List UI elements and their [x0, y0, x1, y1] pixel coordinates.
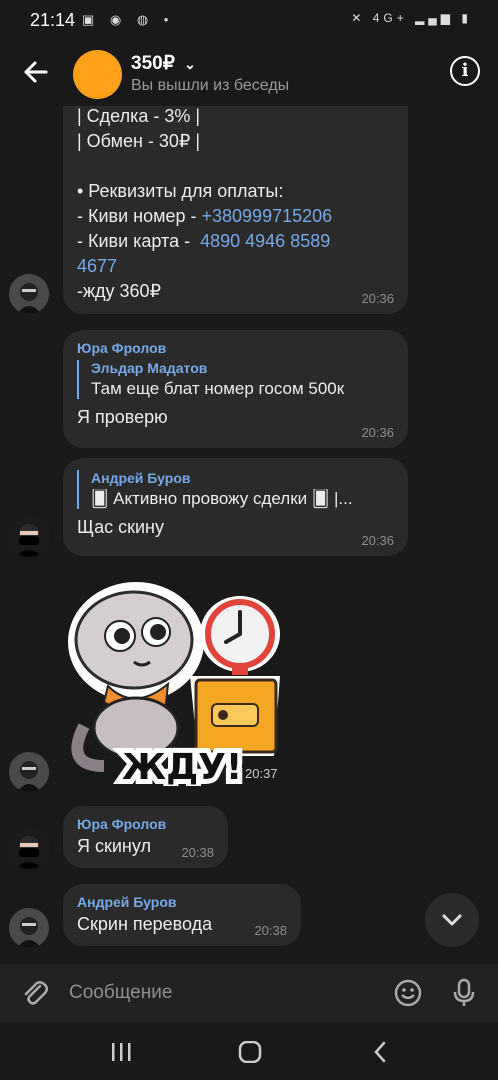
status-bar: 21:14 ▣ ◉ ◍ • ✕ 4G+ ▂▄▆ ▮: [0, 0, 498, 40]
message-text: Щас скину: [77, 517, 164, 537]
back-icon[interactable]: [372, 1041, 388, 1063]
message-time: 20:38: [181, 845, 214, 860]
chat-avatar[interactable]: [73, 50, 122, 99]
chat-header: 350₽ ⌄ Вы вышли из беседы i: [0, 40, 498, 106]
phone-link[interactable]: +380999715206: [202, 206, 333, 226]
reply-sender: Эльдар Мадатов: [91, 360, 208, 376]
reply-text: 🂠 Активно провожу сделки 🂠 |...: [91, 489, 353, 508]
user-avatar[interactable]: [9, 752, 49, 792]
message-bubble[interactable]: Юра Фролов Я скинул 20:38: [63, 806, 228, 868]
scroll-down-button[interactable]: [425, 893, 479, 947]
sticker-text: ЖДУ!: [122, 747, 242, 786]
user-avatar[interactable]: [9, 274, 49, 314]
chat-title[interactable]: 350₽ ⌄: [131, 52, 196, 75]
message-list[interactable]: | Сделка - 3% | | Обмен - 30₽ | • Реквиз…: [0, 106, 498, 964]
reply-quote[interactable]: Эльдар Мадатов Там еще блат номер госом …: [77, 360, 394, 399]
ninja-avatar-icon: [9, 752, 49, 792]
status-time: 21:14: [30, 10, 76, 30]
notification-icons: ▣ ◉ ◍ •: [82, 12, 175, 27]
home-icon[interactable]: [238, 1041, 262, 1063]
message-input[interactable]: Сообщение: [69, 982, 172, 1004]
mute-icon: ✕: [351, 11, 366, 25]
sender-name[interactable]: Андрей Буров: [77, 894, 287, 910]
message-bubble[interactable]: | Сделка - 3% | | Обмен - 30₽ | • Реквиз…: [63, 106, 408, 314]
battery-icon: ▮: [461, 11, 472, 25]
message-bubble[interactable]: Юра Фролов Эльдар Мадатов Там еще блат н…: [63, 330, 408, 448]
chat-title-text: 350₽: [131, 53, 175, 74]
sticker[interactable]: ЖДУ! ЖДУ! 20:37: [64, 576, 288, 793]
attach-icon[interactable]: [20, 978, 50, 1008]
emoji-icon[interactable]: [393, 978, 423, 1008]
system-icons: ✕ 4G+ ▂▄▆ ▮: [351, 11, 472, 25]
reply-text: Там еще блат номер госом 500к: [91, 379, 345, 398]
signal-icon: ▂▄▆: [415, 11, 455, 25]
message-time: 20:36: [361, 425, 394, 440]
chevron-down-icon: [442, 914, 462, 926]
ninja-avatar-icon: [9, 908, 49, 948]
recent-apps-icon[interactable]: [110, 1042, 132, 1062]
message-time: 20:36: [361, 291, 394, 306]
user-avatar[interactable]: [9, 829, 49, 869]
message-time: 20:37: [245, 766, 278, 781]
chevron-down-icon[interactable]: ⌄: [184, 56, 196, 72]
sender-name[interactable]: Юра Фролов: [77, 816, 214, 832]
reply-quote[interactable]: Андрей Буров 🂠 Активно провожу сделки 🂠 …: [77, 470, 394, 509]
message-time: 20:36: [361, 533, 394, 548]
waiting-cat-sticker-icon: ЖДУ! ЖДУ!: [68, 582, 280, 793]
info-icon[interactable]: i: [450, 56, 480, 86]
system-nav-bar: [0, 1022, 498, 1080]
sender-name[interactable]: Юра Фролов: [77, 340, 394, 356]
network-label: 4G+: [372, 11, 408, 25]
user-avatar[interactable]: [9, 517, 49, 557]
message-bubble[interactable]: Андрей Буров 🂠 Активно провожу сделки 🂠 …: [63, 458, 408, 556]
chat-subtitle: Вы вышли из беседы: [131, 77, 290, 94]
composer: Сообщение: [0, 964, 498, 1022]
card-link[interactable]: 4890 4946 8589: [200, 231, 330, 251]
reply-sender: Андрей Буров: [91, 470, 191, 486]
message-text: Я проверю: [77, 407, 168, 427]
message-bubble[interactable]: Андрей Буров Скрин перевода 20:38: [63, 884, 301, 946]
user-avatar[interactable]: [9, 908, 49, 948]
message-time: 20:38: [254, 923, 287, 938]
ninja-avatar-icon: [9, 274, 49, 314]
microphone-icon[interactable]: [450, 977, 478, 1009]
masked-avatar-icon: [9, 829, 49, 869]
message-text: | Сделка - 3% | | Обмен - 30₽ | • Реквиз…: [77, 106, 333, 301]
back-arrow-icon[interactable]: [18, 54, 54, 90]
masked-avatar-icon: [9, 517, 49, 557]
